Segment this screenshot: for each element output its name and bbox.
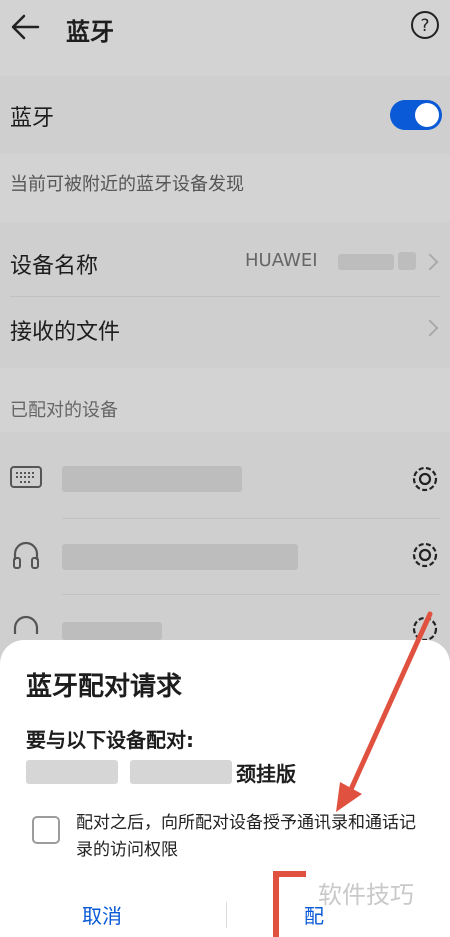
- watermark: 软件技巧: [318, 881, 414, 909]
- annotation-arrow: [273, 611, 433, 937]
